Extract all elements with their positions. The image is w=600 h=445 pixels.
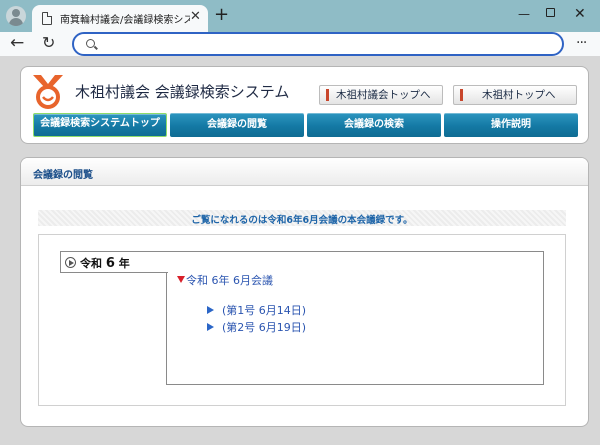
window-close-icon[interactable]: ✕ bbox=[574, 6, 586, 22]
assembly-top-label: 木祖村議会トップへ bbox=[336, 89, 431, 101]
panel-header: 会議録の閲覧 bbox=[21, 158, 588, 186]
village-emblem-icon bbox=[33, 75, 63, 109]
browser-toolbar: ← ↻ ··· bbox=[0, 32, 600, 56]
village-top-button[interactable]: 木祖村トップへ bbox=[453, 85, 577, 105]
main-nav: 会議録検索システムトップ 会議録の閲覧 会議録の検索 操作説明 bbox=[33, 113, 578, 137]
expanded-triangle-icon bbox=[177, 276, 185, 283]
year-unit: 年 bbox=[118, 257, 130, 270]
site-title: 木祖村議会 会議録検索システム bbox=[75, 83, 290, 101]
meeting-label: 令和 6年 6月会議 bbox=[186, 274, 273, 287]
panel-title: 会議録の閲覧 bbox=[33, 170, 93, 181]
address-bar[interactable] bbox=[72, 32, 564, 56]
tab-title: 南箕輪村議会/会議録検索システム bbox=[60, 15, 190, 26]
notice-bar: ご覧になれるのは令和6年6月会議の本会議録です。 bbox=[38, 210, 566, 226]
back-arrow-icon[interactable]: ← bbox=[10, 33, 24, 53]
village-top-label: 木祖村トップへ bbox=[482, 89, 556, 101]
year-tab[interactable]: 令和 6 年 bbox=[60, 251, 168, 273]
minimize-icon[interactable]: — bbox=[518, 6, 530, 22]
session-label: (第2号 6月19日) bbox=[222, 321, 307, 334]
more-menu-icon[interactable]: ··· bbox=[576, 32, 587, 54]
year-label: 令和 6 年 bbox=[80, 255, 130, 271]
meeting-link[interactable]: 令和 6年 6月会議 bbox=[177, 272, 273, 288]
new-tab-icon[interactable]: + bbox=[214, 5, 229, 25]
browser-tab[interactable]: 南箕輪村議会/会議録検索システム ✕ bbox=[32, 5, 208, 32]
nav-system-top[interactable]: 会議録検索システムトップ bbox=[33, 113, 167, 137]
year-era: 令和 bbox=[80, 257, 102, 270]
nav-help[interactable]: 操作説明 bbox=[444, 113, 578, 137]
meeting-tree: 令和 6年 6月会議 (第1号 6月14日) (第2号 6月19日) bbox=[166, 251, 544, 385]
header-panel: 木祖村議会 会議録検索システム 木祖村議会トップへ 木祖村トップへ 会議録検索シ… bbox=[20, 66, 589, 144]
profile-avatar-icon[interactable] bbox=[6, 6, 26, 26]
browse-frame: 令和 6年 6月会議 (第1号 6月14日) (第2号 6月19日) 令和 6 … bbox=[38, 234, 566, 406]
title-bar: 南箕輪村議会/会議録検索システム ✕ + — ✕ bbox=[0, 0, 600, 32]
session-link-2[interactable]: (第2号 6月19日) bbox=[207, 319, 306, 335]
search-icon bbox=[86, 39, 95, 48]
reload-icon[interactable]: ↻ bbox=[42, 33, 55, 53]
nav-browse[interactable]: 会議録の閲覧 bbox=[170, 113, 304, 137]
red-bar-icon bbox=[326, 89, 329, 101]
maximize-icon[interactable] bbox=[546, 8, 555, 17]
page-content: 木祖村議会 会議録検索システム 木祖村議会トップへ 木祖村トップへ 会議録検索シ… bbox=[0, 56, 600, 445]
circle-arrow-icon bbox=[65, 257, 76, 268]
session-link-1[interactable]: (第1号 6月14日) bbox=[207, 302, 306, 318]
assembly-top-button[interactable]: 木祖村議会トップへ bbox=[319, 85, 443, 105]
page-icon bbox=[42, 12, 52, 25]
play-triangle-icon bbox=[207, 323, 214, 331]
tab-close-icon[interactable]: ✕ bbox=[190, 9, 201, 25]
session-label: (第1号 6月14日) bbox=[222, 304, 307, 317]
play-triangle-icon bbox=[207, 306, 214, 314]
content-panel: 会議録の閲覧 ご覧になれるのは令和6年6月会議の本会議録です。 令和 6年 6月… bbox=[20, 157, 589, 427]
notice-text: ご覧になれるのは令和6年6月会議の本会議録です。 bbox=[191, 215, 413, 226]
red-bar-icon bbox=[460, 89, 463, 101]
nav-search[interactable]: 会議録の検索 bbox=[307, 113, 441, 137]
year-number: 6 bbox=[105, 256, 115, 271]
